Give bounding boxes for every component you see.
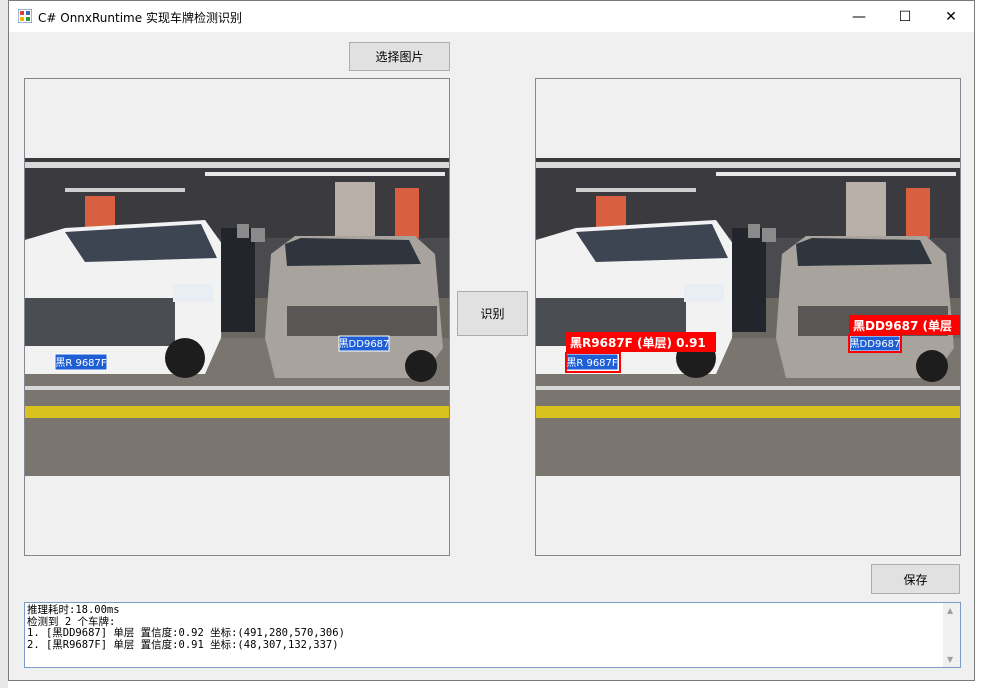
source-plate-1: 黑R 9687F [55,357,107,369]
source-plate-2: 黑DD9687 [339,338,390,350]
close-button[interactable]: ✕ [928,1,974,32]
detection-label-1: 黑R9687F (单层) 0.91 [570,335,706,350]
log-line: 推理耗时:18.00ms [27,604,120,616]
source-picture-box: 黑R 9687F 黑DD9687 [24,78,450,556]
log-line: 1. [黑DD9687] 单层 置信度:0.92 坐标:(491,280,570… [27,627,345,639]
scroll-up-icon[interactable]: ▲ [947,606,953,615]
main-window: C# OnnxRuntime 实现车牌检测识别 — ☐ ✕ 选择图片 黑R 96… [8,0,975,681]
title-bar: C# OnnxRuntime 实现车牌检测识别 — ☐ ✕ [9,1,974,32]
window-title: C# OnnxRuntime 实现车牌检测识别 [38,11,242,25]
minimize-button[interactable]: — [836,1,882,32]
result-plate-2: 黑DD9687 [850,338,901,350]
log-textbox[interactable]: 推理耗时:18.00ms 检测到 2 个车牌: 1. [黑DD9687] 单层 置信… [24,602,961,668]
maximize-button[interactable]: ☐ [882,1,928,32]
result-plate-1: 黑R 9687F [566,357,618,369]
select-image-button[interactable]: 选择图片 [349,42,450,71]
result-picture-box: 黑R 9687F 黑DD9687 黑R9687F (单层) 0.91 黑DD96… [535,78,961,556]
source-photo: 黑R 9687F 黑DD9687 [25,158,449,476]
result-photo: 黑R 9687F 黑DD9687 黑R9687F (单层) 0.91 黑DD96… [536,158,960,476]
vertical-scrollbar[interactable]: ▲ ▼ [943,603,960,667]
save-button[interactable]: 保存 [871,564,960,594]
detection-label-2: 黑DD9687 (单层 [853,318,952,333]
log-text: 推理耗时:18.00ms 检测到 2 个车牌: 1. [黑DD9687] 单层 置信… [27,604,345,651]
scroll-down-icon[interactable]: ▼ [947,655,953,664]
log-line: 2. [黑R9687F] 单层 置信度:0.91 坐标:(48,307,132,… [27,638,339,651]
recognize-button[interactable]: 识别 [457,291,528,336]
app-icon [18,9,32,23]
desktop-background [0,0,8,688]
